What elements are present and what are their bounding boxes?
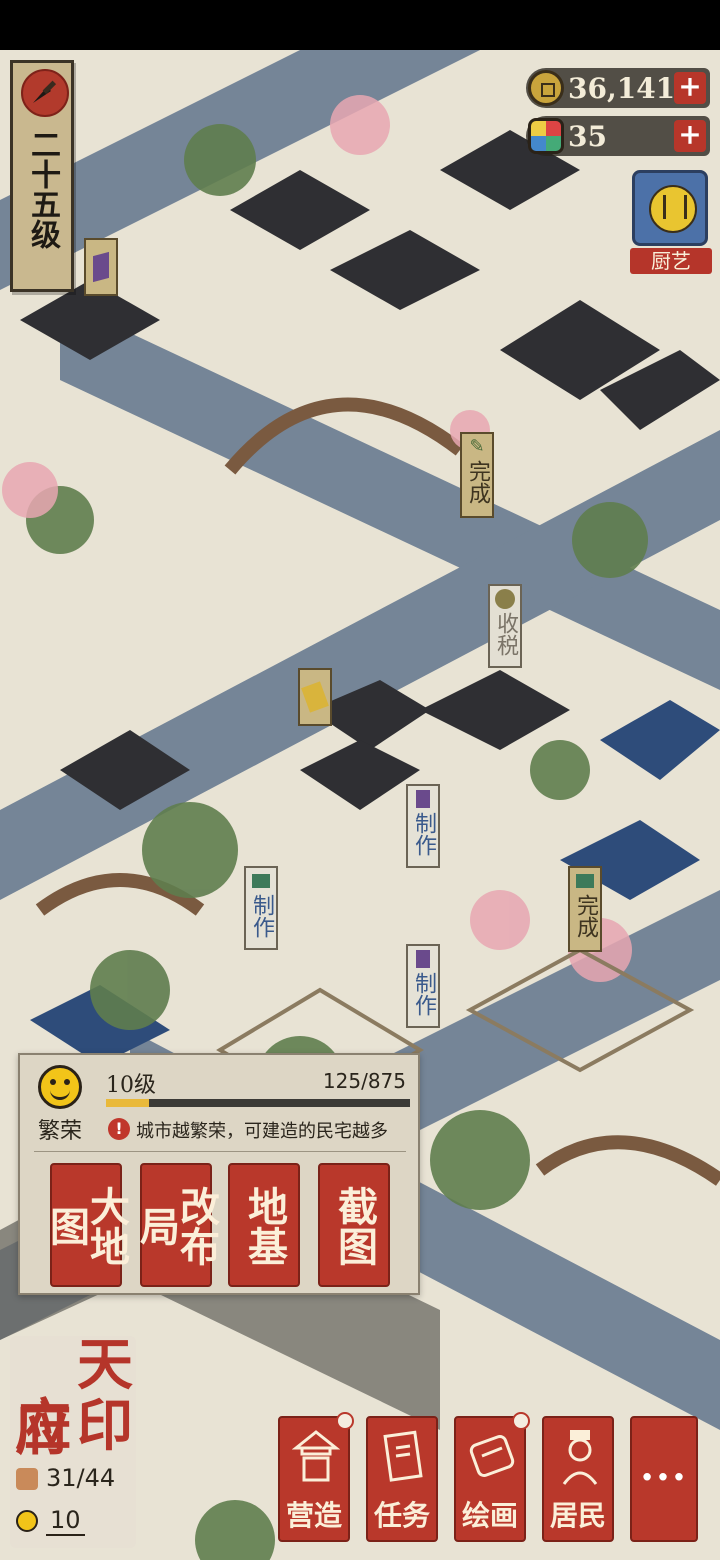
gem-counter: 35 + xyxy=(526,116,710,156)
build-nav-button[interactable]: 营造 xyxy=(278,1412,354,1542)
coin-icon xyxy=(495,589,515,609)
player-level-banner[interactable]: 二十五级 xyxy=(10,60,74,292)
cloth-icon xyxy=(416,790,430,808)
chef-skill-badge[interactable]: 厨艺 xyxy=(630,170,712,274)
more-button[interactable]: ··· xyxy=(630,1416,698,1542)
resident-portrait-icon xyxy=(562,1430,598,1485)
city-name-char: 府 xyxy=(15,1396,71,1463)
book-icon xyxy=(383,1430,423,1482)
prosperity-level: 10级 xyxy=(106,1073,156,1098)
status-bar xyxy=(0,0,720,50)
crafting-tag[interactable]: 制作 xyxy=(406,944,440,1028)
prosperity-panel: 繁荣 10级 125/875 ! 城市越繁荣，可建造的民宅越多 大地图 改布局 … xyxy=(18,1053,420,1295)
build-nav-label: 营造 xyxy=(285,1499,342,1532)
relayout-button[interactable]: 改布局 xyxy=(133,1163,220,1287)
wheat-item-icon[interactable] xyxy=(298,668,332,726)
crafting-tag[interactable]: 制作 xyxy=(244,866,278,950)
residents-nav-label: 居民 xyxy=(549,1499,606,1532)
prosperity-label: 繁荣 xyxy=(38,1119,83,1144)
dye-icon xyxy=(252,874,270,888)
city-info-panel[interactable]: 应 天 府 印 31/44 10 xyxy=(10,1336,136,1548)
chef-portrait-icon xyxy=(632,170,708,246)
city-name-seal: 应 天 府 印 xyxy=(12,1336,136,1462)
city-name-char: 天 xyxy=(77,1332,133,1398)
coin-icon xyxy=(528,70,564,106)
foundation-button[interactable]: 地基 xyxy=(228,1163,300,1287)
tasks-nav-button[interactable]: 任务 xyxy=(366,1416,438,1542)
smiley-prosperity-icon xyxy=(38,1065,82,1109)
alert-icon: ! xyxy=(108,1118,130,1140)
prosperity-progress-text: 125/875 xyxy=(322,1069,406,1093)
residents-nav-button[interactable]: 居民 xyxy=(542,1416,614,1542)
population-row: 31/44 xyxy=(16,1464,115,1492)
prosperity-progress-fill xyxy=(106,1099,150,1107)
city-name-char: 印 xyxy=(77,1393,133,1460)
chef-skill-label: 厨艺 xyxy=(630,248,712,274)
scroll-icon: ✎ xyxy=(469,436,485,457)
prosperity-progress-bar xyxy=(106,1099,410,1107)
cloth-icon xyxy=(416,950,430,968)
coin-value: 36,141 xyxy=(568,72,676,105)
panel-divider xyxy=(34,1151,406,1152)
cloth-item-icon[interactable] xyxy=(84,238,118,296)
building-done-tag[interactable]: 完成 xyxy=(568,866,602,952)
happiness-row: 10 xyxy=(16,1506,85,1536)
scroll-icon xyxy=(469,1434,515,1478)
paint-nav-label: 绘画 xyxy=(461,1499,518,1532)
screenshot-button[interactable]: 截图 xyxy=(318,1163,390,1287)
gem-value: 35 xyxy=(568,120,607,153)
building-done-tag[interactable]: ✎ 完成 xyxy=(460,432,494,518)
brush-seal-icon xyxy=(21,69,69,117)
tasks-nav-label: 任务 xyxy=(373,1499,430,1532)
gem-icon xyxy=(528,118,564,154)
paint-nav-button[interactable]: 绘画 xyxy=(454,1412,530,1542)
prosperity-hint: 城市越繁荣，可建造的民宅越多 xyxy=(136,1121,388,1142)
collect-tax-tag[interactable]: 收税 xyxy=(488,584,522,668)
add-coins-button[interactable]: + xyxy=(674,72,706,104)
crafting-tag[interactable]: 制作 xyxy=(406,784,440,868)
happiness-value: 10 xyxy=(46,1506,85,1536)
smiley-icon xyxy=(16,1510,38,1532)
world-map-button[interactable]: 大地图 xyxy=(43,1163,130,1287)
pavilion-icon xyxy=(292,1430,340,1482)
coin-counter: 36,141 + xyxy=(526,68,710,108)
add-gems-button[interactable]: + xyxy=(674,120,706,152)
player-level-text: 二十五级 xyxy=(25,129,60,249)
dye-icon xyxy=(576,874,594,888)
resident-icon xyxy=(16,1468,38,1490)
population-value: 31/44 xyxy=(46,1464,116,1492)
